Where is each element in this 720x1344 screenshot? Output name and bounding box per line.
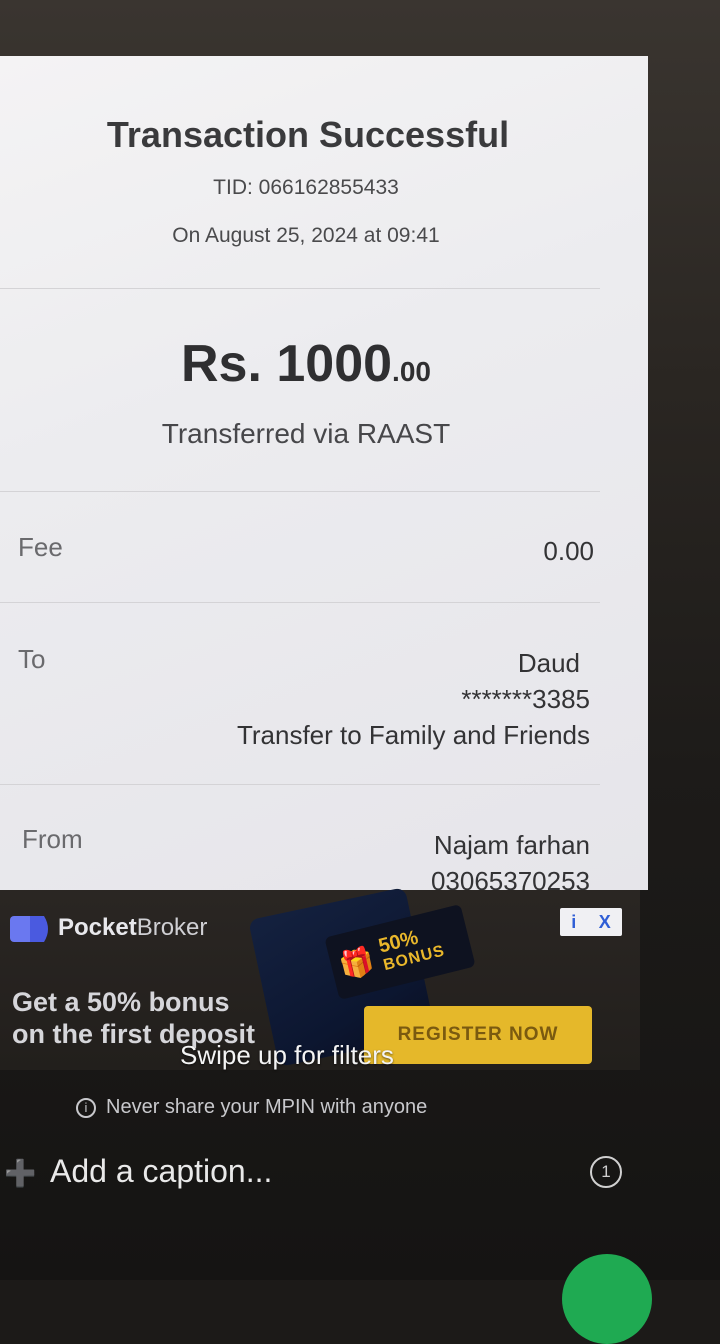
send-button[interactable] <box>562 1254 652 1344</box>
amount-decimal: .00 <box>392 356 431 387</box>
divider <box>0 288 600 289</box>
to-label: To <box>18 644 46 674</box>
add-media-icon[interactable]: ➕ <box>4 1158 36 1189</box>
security-note: i Never share your MPIN with anyone <box>76 1096 427 1119</box>
transaction-date: On August 25, 2024 at 09:41 <box>172 224 440 247</box>
security-note-text: Never share your MPIN with anyone <box>106 1096 428 1118</box>
ad-brand-bold: Pocket <box>58 914 137 941</box>
divider <box>0 784 600 785</box>
sender-name: Najam farhan <box>433 830 590 860</box>
gift-icon: 🎁 <box>336 943 378 983</box>
sender-number: 03065370253 <box>430 866 590 890</box>
receipt-card: Transaction Successful TID: 066162855433… <box>0 56 648 890</box>
transaction-id: TID: 066162855433 <box>213 176 399 199</box>
register-now-button[interactable]: REGISTER NOW <box>364 1006 592 1064</box>
ad-choices-close[interactable]: i X <box>560 908 622 936</box>
transaction-status-title: Transaction Successful <box>106 114 510 155</box>
ad-info-icon[interactable]: i <box>571 912 576 933</box>
caption-bar: ➕ 1 <box>0 1140 720 1204</box>
ad-headline-line1: Get a 50% bonus <box>12 987 230 1017</box>
fee-value: 0.00 <box>543 536 594 566</box>
from-label: From <box>22 824 83 854</box>
recipient-account: *******3385 <box>461 684 590 714</box>
divider <box>0 491 600 492</box>
recipient-name: Daud <box>517 648 580 678</box>
fee-label: Fee <box>18 532 63 562</box>
info-circle-icon: i <box>76 1097 96 1118</box>
pocket-broker-logo-icon <box>10 916 48 942</box>
ad-brand: PocketBroker <box>58 914 207 942</box>
ad-brand-thin: Broker <box>136 914 208 941</box>
swipe-up-hint: Swipe up for filters <box>180 1040 394 1070</box>
transfer-method: Transferred via RAAST <box>161 418 451 449</box>
divider <box>0 602 600 603</box>
caption-input[interactable] <box>48 1152 572 1191</box>
amount-main: Rs. 1000 <box>181 335 393 393</box>
amount: Rs. 1000.00 <box>0 334 612 394</box>
transfer-purpose: Transfer to Family and Friends <box>236 720 590 750</box>
view-once-button[interactable]: 1 <box>590 1156 622 1188</box>
ad-close-icon[interactable]: X <box>599 912 611 933</box>
